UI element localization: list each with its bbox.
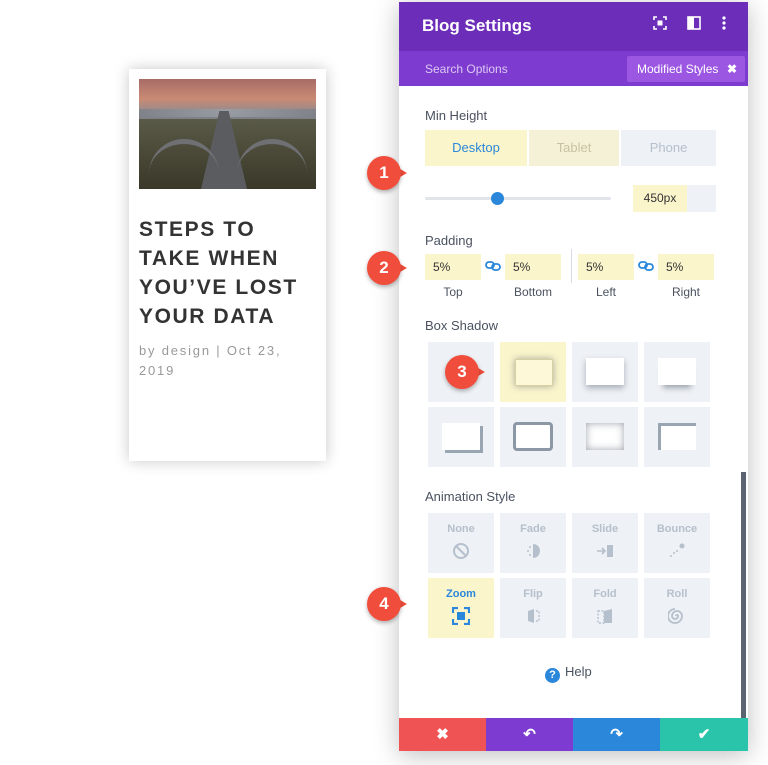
animation-option-zoom[interactable]: Zoom [428, 578, 494, 638]
padding-top-input[interactable]: 5% [425, 254, 481, 280]
checkmark-icon: ✔ [697, 726, 711, 743]
shadow-preset-7[interactable] [644, 407, 710, 467]
min-height-slider-track[interactable] [425, 197, 611, 200]
panel-title: Blog Settings [422, 16, 532, 35]
modified-styles-label: Modified Styles [637, 62, 719, 76]
bounce-icon [668, 542, 686, 560]
post-title[interactable]: STEPS TO TAKE WHEN YOU’VE LOST YOUR DATA [139, 215, 319, 331]
shadow-preview [658, 423, 696, 450]
animation-option-label: Fold [593, 588, 617, 600]
animation-option-fade[interactable]: Fade [500, 513, 566, 573]
shadow-preview [442, 423, 480, 450]
cancel-button[interactable]: ✖ [399, 718, 486, 751]
animation-option-flip[interactable]: Flip [500, 578, 566, 638]
device-tabs: Desktop Tablet Phone [425, 130, 716, 166]
animation-option-label: Flip [523, 588, 543, 600]
search-options-input[interactable]: Search Options [425, 62, 508, 76]
animation-style-label: Animation Style [425, 489, 516, 504]
more-icon[interactable] [715, 16, 733, 34]
tab-tablet[interactable]: Tablet [529, 130, 619, 166]
animation-option-bounce[interactable]: Bounce [644, 513, 710, 573]
padding-right-input[interactable]: 5% [658, 254, 714, 280]
callout-badge-1: 1 [367, 156, 407, 190]
tab-phone[interactable]: Phone [621, 130, 716, 166]
link-icon[interactable] [485, 259, 501, 273]
close-icon[interactable]: ✖ [727, 56, 737, 82]
close-icon: ✖ [436, 726, 449, 743]
zoom-icon [451, 606, 471, 626]
animation-option-label: None [447, 523, 475, 535]
roll-icon [667, 607, 686, 625]
padding-bottom-caption: Bottom [513, 285, 552, 299]
shadow-preset-4[interactable] [428, 407, 494, 467]
shadow-preview [586, 358, 624, 385]
padding-top-caption: Top [443, 285, 463, 299]
panel-scrollbar[interactable] [741, 472, 746, 718]
post-meta: by design | Oct 23, 2019 [139, 343, 282, 378]
fold-icon [596, 607, 614, 625]
undo-icon: ↶ [523, 726, 536, 743]
padding-left-input[interactable]: 5% [578, 254, 634, 280]
help-icon: ? [545, 668, 560, 683]
none-icon [452, 542, 470, 560]
animation-option-slide[interactable]: Slide [572, 513, 638, 573]
shadow-preview [586, 423, 624, 450]
expand-icon[interactable] [651, 16, 669, 34]
callout-number: 4 [367, 587, 401, 621]
shadow-preset-1[interactable] [500, 342, 566, 402]
panel-footer: ✖ ↶ ↷ ✔ [399, 718, 748, 751]
canvas: STEPS TO TAKE WHEN YOU’VE LOST YOUR DATA… [0, 0, 768, 765]
flip-icon [524, 607, 542, 625]
animation-option-label: Fade [520, 523, 546, 535]
callout-number: 1 [367, 156, 401, 190]
animation-option-fold[interactable]: Fold [572, 578, 638, 638]
callout-number: 2 [367, 251, 401, 285]
animation-option-label: Zoom [446, 588, 476, 600]
padding-label: Padding [425, 233, 473, 248]
callout-badge-3: 3 [445, 355, 485, 389]
post-featured-image[interactable] [139, 79, 316, 189]
min-height-value-unit [687, 185, 716, 212]
padding-right-caption: Right [671, 285, 700, 299]
help-link[interactable]: ? Help [545, 664, 592, 683]
blog-post-card[interactable]: STEPS TO TAKE WHEN YOU’VE LOST YOUR DATA… [129, 69, 326, 461]
shadow-preset-3[interactable] [644, 342, 710, 402]
padding-left-caption: Left [595, 285, 616, 299]
animation-option-none[interactable]: None [428, 513, 494, 573]
slide-icon [596, 542, 614, 560]
animation-option-label: Roll [666, 588, 688, 600]
fade-icon [524, 542, 542, 560]
min-height-label: Min Height [425, 108, 488, 123]
padding-bottom-input[interactable]: 5% [505, 254, 561, 280]
tab-desktop[interactable]: Desktop [425, 130, 527, 166]
shadow-preset-5[interactable] [500, 407, 566, 467]
callout-badge-2: 2 [367, 251, 407, 285]
undo-button[interactable]: ↶ [486, 718, 573, 751]
help-label: Help [565, 664, 592, 679]
animation-option-roll[interactable]: Roll [644, 578, 710, 638]
redo-button[interactable]: ↷ [573, 718, 660, 751]
modified-styles-filter[interactable]: Modified Styles ✖ [627, 56, 745, 82]
animation-option-label: Slide [591, 523, 619, 535]
min-height-value-input[interactable]: 450px [633, 185, 687, 212]
shadow-preset-6[interactable] [572, 407, 638, 467]
redo-icon: ↷ [610, 726, 623, 743]
save-button[interactable]: ✔ [660, 718, 748, 751]
shadow-preset-2[interactable] [572, 342, 638, 402]
box-shadow-label: Box Shadow [425, 318, 498, 333]
callout-number: 3 [445, 355, 479, 389]
panel-header: Blog Settings [399, 2, 748, 51]
shadow-preview [515, 359, 553, 386]
min-height-slider-handle[interactable] [491, 192, 504, 205]
shadow-preview [513, 422, 553, 451]
padding-divider [571, 249, 572, 283]
link-icon[interactable] [638, 259, 654, 273]
animation-option-label: Bounce [656, 523, 698, 535]
shadow-preview [658, 358, 696, 385]
callout-badge-4: 4 [367, 587, 407, 621]
split-view-icon[interactable] [685, 16, 703, 34]
